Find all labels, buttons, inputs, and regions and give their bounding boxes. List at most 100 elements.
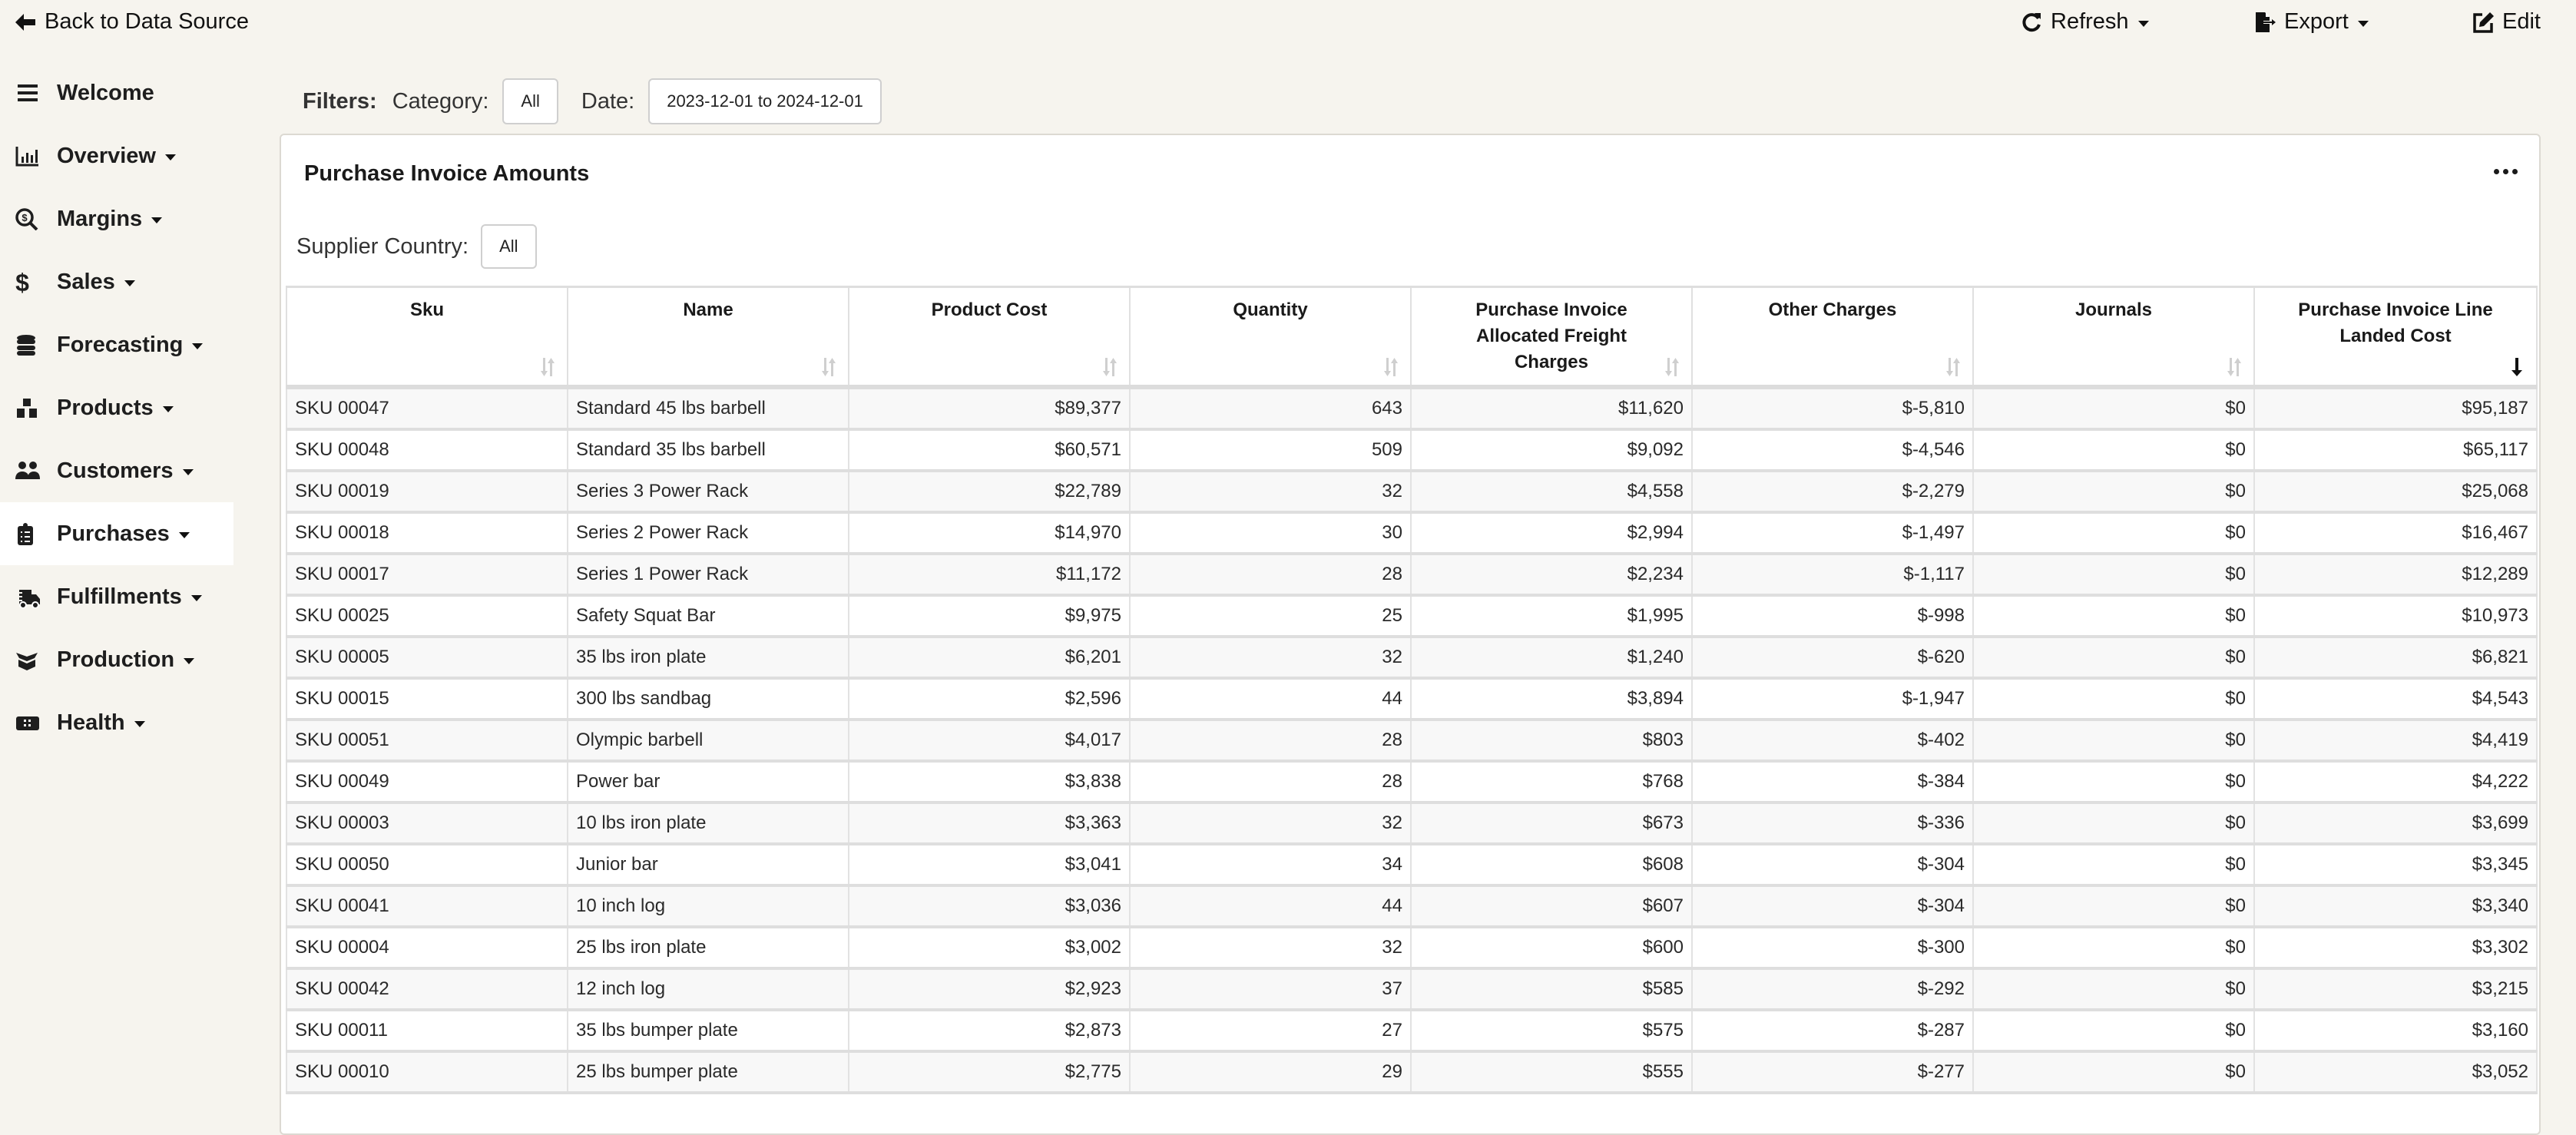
table-cell: SKU 00010 bbox=[286, 1051, 568, 1094]
column-header[interactable]: Journals bbox=[1973, 286, 2255, 389]
sidebar-item-production[interactable]: Production bbox=[0, 628, 233, 691]
table-cell: $0 bbox=[1973, 968, 2255, 1011]
sort-icon[interactable] bbox=[2226, 357, 2243, 377]
table-cell: $12,289 bbox=[2254, 554, 2538, 597]
sidebar-item-label: Welcome bbox=[57, 80, 154, 105]
date-filter-select[interactable]: 2023-12-01 to 2024-12-01 bbox=[648, 78, 882, 124]
table-cell: $9,975 bbox=[849, 595, 1131, 638]
sort-icon[interactable] bbox=[1664, 357, 1680, 377]
table-cell: 44 bbox=[1130, 678, 1412, 721]
sort-icon[interactable] bbox=[1382, 357, 1399, 377]
table-cell: $65,117 bbox=[2254, 429, 2538, 472]
table-cell: 25 bbox=[1130, 595, 1412, 638]
table-cell: $-620 bbox=[1692, 637, 1974, 680]
box-open-icon bbox=[14, 647, 41, 672]
table-cell: $-1,117 bbox=[1692, 554, 1974, 597]
table-cell: $0 bbox=[1973, 678, 2255, 721]
column-header-label: Name bbox=[683, 299, 733, 320]
table-cell: $0 bbox=[1973, 720, 2255, 763]
back-to-data-source-link[interactable]: Back to Data Source bbox=[14, 9, 249, 35]
table-cell: SKU 00025 bbox=[286, 595, 568, 638]
column-header-label: Sku bbox=[409, 299, 444, 320]
refresh-icon bbox=[2022, 12, 2041, 31]
table-cell: Olympic barbell bbox=[568, 720, 849, 763]
table-row[interactable]: SKU 00015 300 lbs sandbag $2,596 44 $3,894 $-… bbox=[286, 678, 2538, 721]
table-row[interactable]: SKU 00018 Series 2 Power Rack $14,970 30 $2,… bbox=[286, 512, 2538, 555]
sidebar-item-welcome[interactable]: Welcome bbox=[0, 61, 233, 124]
table-row[interactable]: SKU 00049 Power bar $3,838 28 $768 $-384 $0 $4,… bbox=[286, 761, 2538, 804]
table-cell: $3,345 bbox=[2254, 844, 2538, 887]
table-row[interactable]: SKU 00004 25 lbs iron plate $3,002 32 $600 $-… bbox=[286, 927, 2538, 970]
sidebar-item-fulfillments[interactable]: Fulfillments bbox=[0, 565, 233, 628]
table-cell: $3,838 bbox=[849, 761, 1131, 804]
sort-icon[interactable] bbox=[1101, 357, 1118, 377]
caret-down-icon bbox=[134, 721, 145, 727]
supplier-country-select[interactable]: All bbox=[481, 224, 537, 269]
table-row[interactable]: SKU 00011 35 lbs bumper plate $2,873 27 $575… bbox=[286, 1010, 2538, 1053]
sort-icon[interactable] bbox=[539, 357, 556, 377]
table-row[interactable]: SKU 00010 25 lbs bumper plate $2,775 29 $555… bbox=[286, 1051, 2538, 1094]
table-row[interactable]: SKU 00051 Olympic barbell $4,017 28 $803 $-40… bbox=[286, 720, 2538, 763]
sidebar-item-sales[interactable]: $ Sales bbox=[0, 250, 233, 313]
refresh-button[interactable]: Refresh bbox=[2020, 9, 2149, 35]
table-cell: $-384 bbox=[1692, 761, 1974, 804]
sidebar-item-health[interactable]: Health bbox=[0, 691, 233, 754]
export-button[interactable]: Export bbox=[2253, 9, 2369, 35]
column-header[interactable]: Quantity bbox=[1130, 286, 1412, 389]
category-filter-select[interactable]: All bbox=[502, 78, 558, 124]
column-header[interactable]: Product Cost bbox=[849, 286, 1131, 389]
column-header[interactable]: Purchase Invoice Line Landed Cost bbox=[2254, 286, 2538, 389]
caret-down-icon bbox=[178, 532, 190, 538]
table-cell: $3,894 bbox=[1411, 678, 1693, 721]
table-cell: $-402 bbox=[1692, 720, 1974, 763]
table-row[interactable]: SKU 00003 10 lbs iron plate $3,363 32 $673 $-… bbox=[286, 802, 2538, 845]
table-cell: 28 bbox=[1130, 554, 1412, 597]
sidebar-item-customers[interactable]: Customers bbox=[0, 439, 233, 502]
sort-icon[interactable] bbox=[820, 357, 837, 377]
table-row[interactable]: SKU 00042 12 inch log $2,923 37 $585 $-292 $0 $… bbox=[286, 968, 2538, 1011]
file-export-icon bbox=[2256, 12, 2276, 32]
edit-button[interactable]: Edit bbox=[2472, 9, 2541, 35]
column-header-label: Purchase Invoice Line Landed Cost bbox=[2298, 299, 2493, 346]
sidebar-item-products[interactable]: Products bbox=[0, 376, 233, 439]
table-cell: 27 bbox=[1130, 1010, 1412, 1053]
table-cell: $3,363 bbox=[849, 802, 1131, 845]
column-header[interactable]: Sku bbox=[286, 286, 568, 389]
sidebar-item-overview[interactable]: Overview bbox=[0, 124, 233, 187]
sidebar-item-label: Margins bbox=[57, 206, 143, 231]
table-row[interactable]: SKU 00048 Standard 35 lbs barbell $60,571 5… bbox=[286, 429, 2538, 472]
table-row[interactable]: SKU 00019 Series 3 Power Rack $22,789 32 $4,… bbox=[286, 471, 2538, 514]
table-cell: $11,620 bbox=[1411, 387, 1693, 431]
sidebar-item-label: Health bbox=[57, 710, 125, 735]
table-cell: $22,789 bbox=[849, 471, 1131, 514]
sort-icon[interactable] bbox=[1945, 357, 1962, 377]
table-cell: 10 inch log bbox=[568, 885, 849, 928]
table-cell: SKU 00003 bbox=[286, 802, 568, 845]
table-row[interactable]: SKU 00041 10 inch log $3,036 44 $607 $-304 $0 $… bbox=[286, 885, 2538, 928]
table-cell: $95,187 bbox=[2254, 387, 2538, 431]
table-cell: $4,419 bbox=[2254, 720, 2538, 763]
column-header[interactable]: Purchase Invoice Allocated Freight Charg… bbox=[1411, 286, 1693, 389]
table-row[interactable]: SKU 00005 35 lbs iron plate $6,201 32 $1,240… bbox=[286, 637, 2538, 680]
sort-desc-icon[interactable] bbox=[2508, 357, 2525, 377]
table-row[interactable]: SKU 00050 Junior bar $3,041 34 $608 $-304 $0 $3… bbox=[286, 844, 2538, 887]
date-filter-label: Date: bbox=[581, 88, 635, 114]
table-row[interactable]: SKU 00047 Standard 45 lbs barbell $89,377 6… bbox=[286, 387, 2538, 431]
column-header-label: Quantity bbox=[1233, 299, 1308, 320]
table-cell: SKU 00015 bbox=[286, 678, 568, 721]
column-header[interactable]: Name bbox=[568, 286, 849, 389]
sidebar-item-forecasting[interactable]: Forecasting bbox=[0, 313, 233, 376]
column-header-label: Product Cost bbox=[931, 299, 1048, 320]
table-row[interactable]: SKU 00017 Series 1 Power Rack $11,172 28 $2,… bbox=[286, 554, 2538, 597]
caret-down-icon bbox=[2137, 20, 2149, 27]
caret-down-icon bbox=[164, 154, 176, 160]
sidebar-item-margins[interactable]: $ Margins bbox=[0, 187, 233, 250]
sidebar-item-purchases[interactable]: Purchases bbox=[0, 502, 233, 565]
column-header[interactable]: Other Charges bbox=[1692, 286, 1974, 389]
table-cell: SKU 00041 bbox=[286, 885, 568, 928]
table-cell: SKU 00005 bbox=[286, 637, 568, 680]
bar-chart-icon bbox=[14, 144, 41, 168]
table-cell: $3,302 bbox=[2254, 927, 2538, 970]
table-row[interactable]: SKU 00025 Safety Squat Bar $9,975 25 $1,995 $… bbox=[286, 595, 2538, 638]
more-options-icon[interactable] bbox=[2494, 169, 2518, 174]
